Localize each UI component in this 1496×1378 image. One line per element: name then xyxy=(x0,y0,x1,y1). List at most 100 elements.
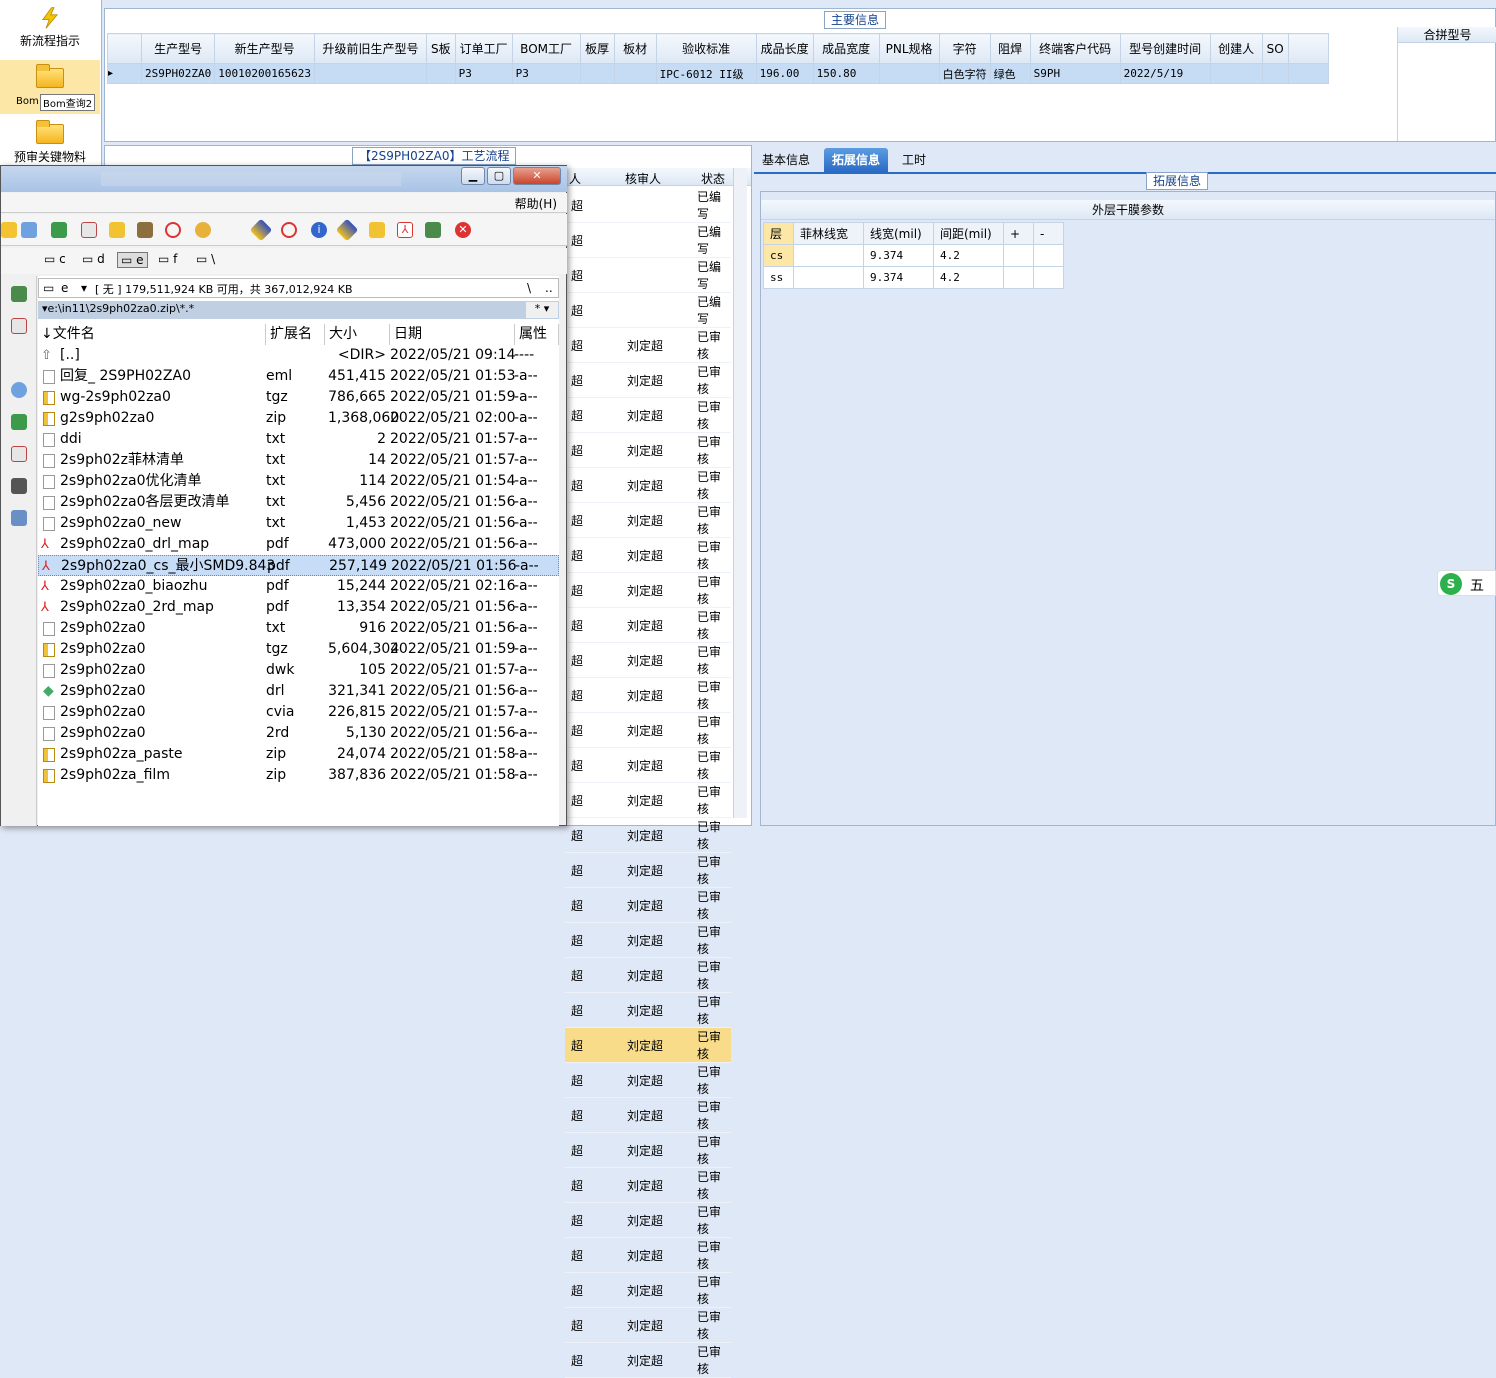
col-header[interactable]: 菲林线宽 xyxy=(793,222,864,245)
file-row[interactable]: 2s9ph02za0 tgz 5,604,304 2022/05/21 01:59 -a… xyxy=(38,639,559,660)
file-row[interactable]: 回复_ 2S9PH02ZA0 eml 451,415 2022/05/21 01:53… xyxy=(38,366,559,387)
table-row[interactable]: 超刘定超 已审核 xyxy=(565,957,731,993)
col-header[interactable]: 字符 xyxy=(938,33,991,64)
cell[interactable]: 2022/5/19 xyxy=(1119,63,1211,84)
table-row[interactable]: 超刘定超 已审核 xyxy=(565,1202,731,1238)
tool-icon[interactable] xyxy=(1,222,17,238)
cell[interactable]: P3 xyxy=(454,63,513,84)
col-header[interactable]: + xyxy=(1003,222,1034,245)
table-row[interactable]: ss 9.374 4.2 xyxy=(763,266,1064,289)
col-header[interactable]: 板材 xyxy=(613,33,657,64)
cell[interactable] xyxy=(1033,266,1064,289)
diamond-icon[interactable] xyxy=(249,218,273,242)
table-row[interactable]: ▸ 2S9PH02ZA0 10010200165623 P3 P3 IPC-6012 II… xyxy=(107,63,1329,84)
tab-hours[interactable]: 工时 xyxy=(894,148,934,172)
file-row[interactable]: ⅄ 2s9ph02za0_biaozhu pdf 15,244 2022/05/21 0… xyxy=(38,576,559,597)
root-link[interactable]: \ xyxy=(527,281,531,295)
cell[interactable]: cs xyxy=(763,244,794,267)
tab-basic[interactable]: 基本信息 xyxy=(754,148,818,172)
up-link[interactable]: .. xyxy=(545,281,553,295)
file-row[interactable]: 2s9ph02za0各层更改清单 txt 5,456 2022/05/21 01:56… xyxy=(38,492,559,513)
cell[interactable]: 196.00 xyxy=(755,63,814,84)
minimize-button[interactable]: ▁ xyxy=(461,167,485,185)
cell[interactable] xyxy=(313,63,427,84)
file-row[interactable]: ⅄ 2s9ph02za0_drl_map pdf 473,000 2022/05/21 … xyxy=(38,534,559,555)
process-scrollbar[interactable] xyxy=(733,168,747,818)
table-row[interactable]: 超刘定超 已审核 xyxy=(565,1027,731,1063)
cell[interactable] xyxy=(793,244,864,267)
path-bar[interactable]: ▾e:\in11\2s9ph02za0.zip\*.* * ▾ xyxy=(38,301,559,319)
cell[interactable]: P3 xyxy=(511,63,581,84)
table-row[interactable]: 超刘定超 已审核 xyxy=(565,747,731,783)
cell[interactable] xyxy=(878,63,940,84)
col-header[interactable]: 层 xyxy=(763,222,794,245)
col-header[interactable]: 成品长度 xyxy=(755,33,814,64)
tool-icon[interactable] xyxy=(137,222,153,238)
file-row[interactable]: 2s9ph02za0 dwk 105 2022/05/21 01:57 -a-- xyxy=(38,660,559,681)
table-row[interactable]: 超 已编写 xyxy=(565,188,731,223)
close-button[interactable]: ✕ xyxy=(513,167,561,185)
delete-icon[interactable]: ✕ xyxy=(455,222,471,238)
table-row[interactable]: 超刘定超 已审核 xyxy=(565,817,731,853)
tab-ext[interactable]: 拓展信息 xyxy=(824,148,889,172)
settings-icon[interactable] xyxy=(11,478,27,494)
folder-tool-icon[interactable] xyxy=(109,222,125,238)
col-header[interactable]: 升级前旧生产型号 xyxy=(313,33,427,64)
table-row[interactable]: 超刘定超 已审核 xyxy=(565,467,731,503)
file-row[interactable]: ddi txt 2 2022/05/21 01:57 -a-- xyxy=(38,429,559,450)
col-date[interactable]: 日期 xyxy=(391,324,515,345)
table-row[interactable]: 超刘定超 已审核 xyxy=(565,712,731,748)
cell[interactable] xyxy=(1003,244,1034,267)
table-row[interactable]: 超刘定超 已审核 xyxy=(565,397,731,433)
cell[interactable]: ss xyxy=(763,266,794,289)
drive-button[interactable]: ▭ \ xyxy=(193,252,218,266)
cell[interactable]: IPC-6012 II级 xyxy=(655,63,757,84)
table-row[interactable]: 超刘定超 已审核 xyxy=(565,922,731,958)
window-titlebar[interactable]: ▁ ▢ ✕ xyxy=(1,166,567,192)
table-row[interactable]: 超刘定超 已审核 xyxy=(565,1342,731,1378)
table-row[interactable]: 超刘定超 已审核 xyxy=(565,677,731,713)
file-row[interactable]: 2s9ph02za_paste zip 24,074 2022/05/21 01:58… xyxy=(38,744,559,765)
col-header[interactable]: SO xyxy=(1261,33,1289,64)
col-header[interactable]: 终端客户代码 xyxy=(1029,33,1121,64)
table-row[interactable]: 超刘定超 已审核 xyxy=(565,1272,731,1308)
col-header[interactable]: - xyxy=(1033,222,1064,245)
cell[interactable] xyxy=(1033,244,1064,267)
col-header[interactable]: 板厚 xyxy=(579,33,615,64)
file-row[interactable]: 2s9ph02za0 2rd 5,130 2022/05/21 01:56 -a-- xyxy=(38,723,559,744)
cell[interactable] xyxy=(579,63,615,84)
table-row[interactable]: 超刘定超 已审核 xyxy=(565,572,731,608)
table-row[interactable]: 超刘定超 已审核 xyxy=(565,607,731,643)
col-header[interactable]: 成品宽度 xyxy=(812,33,880,64)
doc-icon[interactable] xyxy=(11,446,27,462)
table-row[interactable]: 超刘定超 已审核 xyxy=(565,782,731,818)
cell[interactable] xyxy=(1003,266,1034,289)
copy-icon[interactable] xyxy=(21,222,37,238)
file-row[interactable]: ⅄ 2s9ph02za0_2rd_map pdf 13,354 2022/05/21 0… xyxy=(38,597,559,618)
col-header[interactable]: 线宽(mil) xyxy=(863,222,934,245)
cell[interactable] xyxy=(793,266,864,289)
cell[interactable] xyxy=(425,63,456,84)
cell[interactable] xyxy=(1261,63,1289,84)
network-icon[interactable] xyxy=(425,222,441,238)
col-header[interactable]: 生产型号 xyxy=(140,33,216,64)
network-icon[interactable] xyxy=(11,286,27,302)
table-row[interactable]: 超刘定超 已审核 xyxy=(565,1237,731,1273)
menu-help[interactable]: 帮助(H) xyxy=(515,195,557,212)
table-row[interactable]: 超 已编写 xyxy=(565,222,731,258)
info-icon[interactable]: i xyxy=(311,222,327,238)
file-row[interactable]: wg-2s9ph02za0 tgz 786,665 2022/05/21 01:59-… xyxy=(38,387,559,408)
table-row[interactable]: 超刘定超 已审核 xyxy=(565,1062,731,1098)
doc-icon[interactable] xyxy=(81,222,97,238)
table-row[interactable]: 超刘定超 已审核 xyxy=(565,887,731,923)
file-row[interactable]: 2s9ph02za0 cvia 226,815 2022/05/21 01:57 -a-… xyxy=(38,702,559,723)
cell[interactable]: 4.2 xyxy=(933,266,1004,289)
globe-icon[interactable] xyxy=(11,382,27,398)
col-header[interactable]: 间距(mil) xyxy=(933,222,1004,245)
col-header[interactable]: S板 xyxy=(425,33,456,64)
file-row[interactable]: g2s9ph02za0 zip 1,368,060 2022/05/21 02:00-… xyxy=(38,408,559,429)
ime-indicator[interactable]: S 五 xyxy=(1437,570,1496,596)
table-row[interactable]: 超刘定超 已审核 xyxy=(565,1167,731,1203)
file-row[interactable]: 2s9ph02za0优化清单 txt 114 2022/05/21 01:54 -a-- xyxy=(38,471,559,492)
image-icon[interactable] xyxy=(11,510,27,526)
